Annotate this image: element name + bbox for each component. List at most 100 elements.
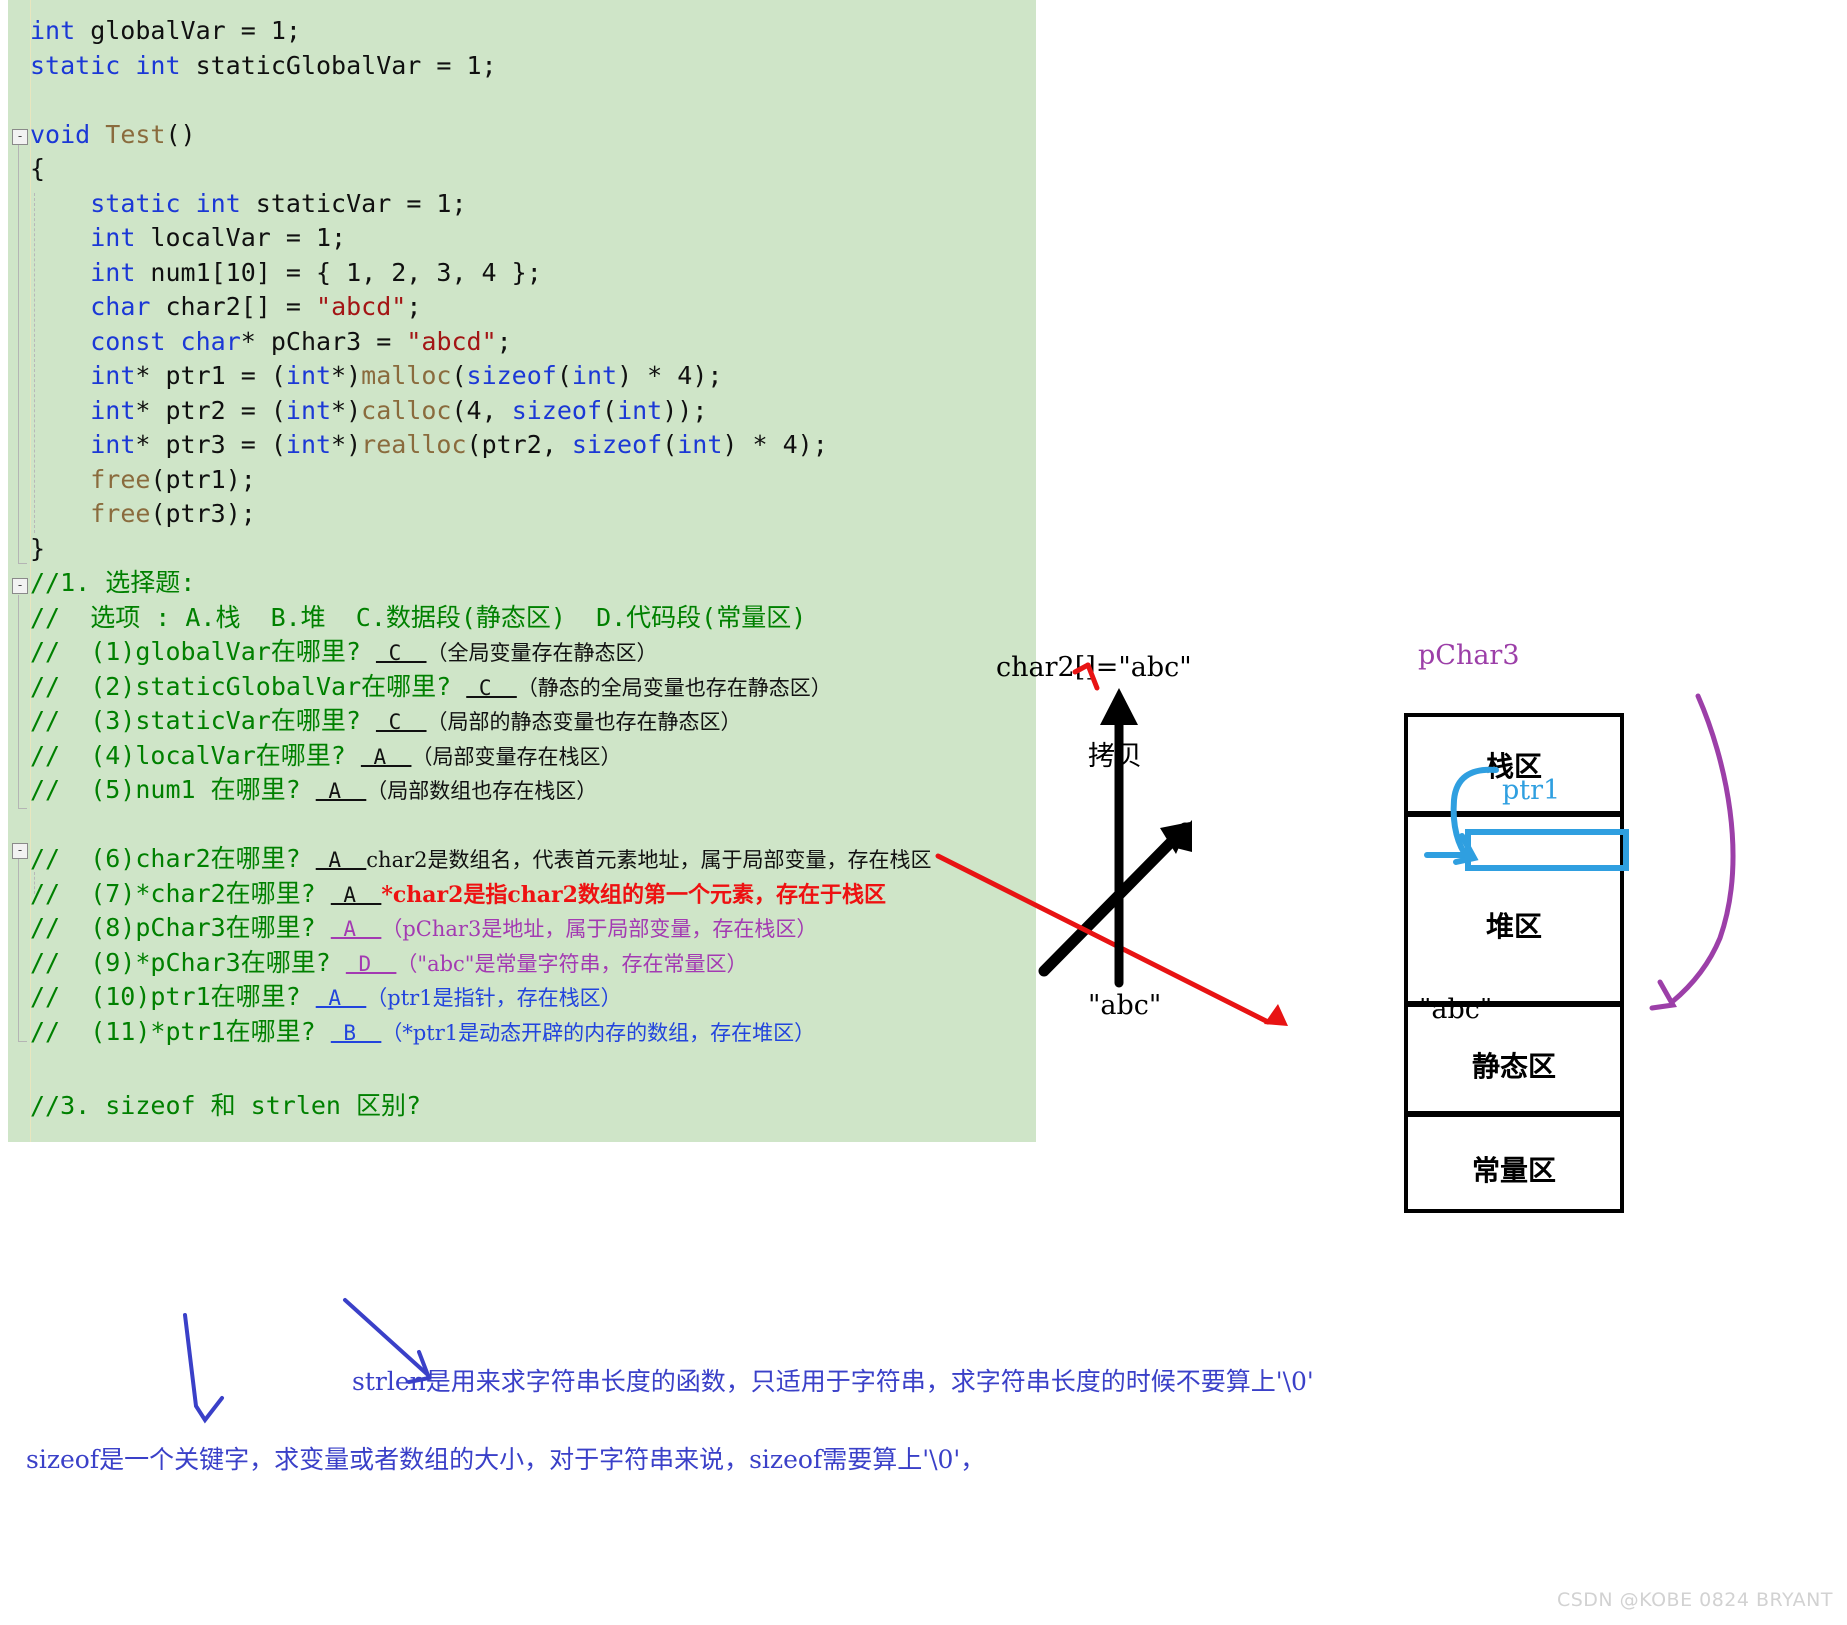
question-note-q3: （局部的静态变量也存在静态区） xyxy=(426,710,742,734)
code-line-l11: int* ptr1 = (int*)malloc(sizeof(int) * 4… xyxy=(30,359,1036,394)
question-line-q7: // (7)*char2在哪里? A *char2是指char2数组的第一个元素… xyxy=(30,877,1036,912)
question-prefix: // (10)ptr1在哪里? xyxy=(30,982,316,1011)
code-token: *) xyxy=(331,395,362,425)
fold-marker-comment-block-2[interactable]: - xyxy=(12,843,28,859)
code-token: staticGlobalVar = 1; xyxy=(180,50,497,80)
question-prefix: // (1)globalVar在哪里? xyxy=(30,637,376,666)
code-token: (ptr3); xyxy=(150,499,256,528)
code-token: free xyxy=(90,499,151,528)
pchar3-pointer-arrow xyxy=(1649,693,1736,1011)
pchar3-label: pChar3 xyxy=(1418,640,1520,671)
code-line-l9: char char2[] = "abcd"; xyxy=(30,290,1036,325)
editor-gutter xyxy=(8,0,31,1142)
footer-comment-text: //3. sizeof 和 strlen 区别? xyxy=(30,1091,422,1120)
code-token: () xyxy=(165,119,196,149)
code-token: int xyxy=(135,50,181,80)
fold-marker-test-function[interactable]: - xyxy=(12,129,28,145)
code-token: *) xyxy=(331,361,362,390)
fold-guide-end-test xyxy=(18,563,27,564)
question-prefix: // (9)*pChar3在哪里? xyxy=(30,947,346,977)
code-token: static xyxy=(30,50,121,80)
code-token: int xyxy=(677,430,723,459)
fold-marker-comment-block-1[interactable]: - xyxy=(12,578,28,594)
fold-guide-end-comment-1 xyxy=(18,808,27,809)
code-token: { xyxy=(30,154,46,183)
question-note-q1: （全局变量存在静态区） xyxy=(426,641,658,665)
code-line-l13: int* ptr3 = (int*)realloc(ptr2, sizeof(i… xyxy=(30,428,1036,463)
sizeof-explanation-note: sizeof是一个关键字，求变量或者数组的大小，对于字符串来说，sizeof需要… xyxy=(26,1445,986,1474)
question-note-q5: （局部数组也存在栈区） xyxy=(366,779,598,803)
char2-assignment-label: char2[]="abc" xyxy=(996,652,1192,683)
code-token: malloc xyxy=(361,361,452,390)
question-answer-q1: C xyxy=(375,641,427,665)
code-line-l12: int* ptr2 = (int*)calloc(4, sizeof(int))… xyxy=(30,394,1036,429)
code-token: * pChar3 = xyxy=(240,326,407,356)
source-code-lines[interactable]: int globalVar = 1; static int staticGloba… xyxy=(30,14,1036,1124)
code-token: int xyxy=(90,257,136,287)
code-token: char xyxy=(180,326,241,356)
question-line-q6: // (6)char2在哪里? A char2是数组名，代表首元素地址，属于局部… xyxy=(30,842,1036,877)
code-token: * ptr1 = ( xyxy=(135,361,286,390)
memory-region-heap-label: 堆区 xyxy=(1485,910,1542,943)
question-answer-q8: A xyxy=(330,917,382,941)
question-prefix: // (8)pChar3在哪里? xyxy=(30,913,331,942)
code-token: ) * 4); xyxy=(722,430,828,459)
code-token: Test xyxy=(105,119,166,149)
code-line-l6: static int staticVar = 1; xyxy=(30,187,1036,222)
fold-guide-comment-1 xyxy=(18,595,19,808)
memory-region-heap: 堆区 xyxy=(1404,813,1624,1005)
code-token: ; xyxy=(406,292,422,321)
code-line-l4: void Test() xyxy=(30,118,1036,153)
code-token: int xyxy=(30,16,76,45)
question-line-q2: // (2)staticGlobalVar在哪里? C （静态的全局变量也存在静… xyxy=(30,670,1036,705)
question-note-q9: （"abc"是常量字符串，存在常量区） xyxy=(396,951,748,976)
code-token: int xyxy=(90,395,136,425)
code-token: //1. 选择题: xyxy=(30,568,196,597)
code-token: } xyxy=(30,533,46,563)
question-answer-q6: A xyxy=(315,848,367,872)
question-note-q6: char2是数组名，代表首元素地址，属于局部变量，存在栈区 xyxy=(366,848,932,872)
code-token: * ptr2 = ( xyxy=(135,395,286,425)
question-answer-q2: C xyxy=(466,675,517,700)
code-line-l1: int globalVar = 1; xyxy=(30,14,1036,49)
code-editor-panel: - - - int globalVar = 1; static int stati… xyxy=(8,0,1036,1142)
fold-guide-test-function xyxy=(18,145,19,563)
code-line-l5: { xyxy=(30,152,1036,187)
sizeof-pen-arrow xyxy=(183,1313,224,1424)
code-token: (ptr1); xyxy=(150,464,256,494)
strlen-explanation-note: strlen是用来求字符串长度的函数，只适用于字符串，求字符串长度的时候不要算上… xyxy=(352,1367,1314,1396)
code-line-l15: free(ptr3); xyxy=(30,497,1036,532)
fold-guide-comment-2 xyxy=(18,859,19,1041)
question-note-q10: （ptr1是指针，存在栈区） xyxy=(366,986,622,1010)
question-answer-q11: B xyxy=(330,1020,382,1045)
code-token: char xyxy=(90,292,151,321)
ptr1-label: ptr1 xyxy=(1502,775,1561,806)
memory-region-static-label: 静态区 xyxy=(1471,1050,1556,1083)
question-answer-q7: A xyxy=(330,882,382,907)
code-line-l14: free(ptr1); xyxy=(30,463,1036,498)
question-note-q4: （局部变量存在栈区） xyxy=(411,744,622,769)
code-token: *) xyxy=(331,430,362,459)
question-line-q3: // (3)staticVar在哪里? C （局部的静态变量也存在静态区） xyxy=(30,704,1036,739)
question-line-q11: // (11)*ptr1在哪里? B （*ptr1是动态开辟的内存的数组，存在堆… xyxy=(30,1015,1036,1050)
code-token: num1[10] = { 1, 2, 3, 4 }; xyxy=(135,257,542,287)
question-line-q5: // (5)num1 在哪里? A （局部数组也存在栈区） xyxy=(30,773,1036,808)
question-answer-q4: A xyxy=(360,744,412,769)
code-token: realloc xyxy=(361,430,467,459)
code-token: int xyxy=(285,430,332,459)
code-token: ( xyxy=(602,395,618,425)
question-prefix: // (5)num1 在哪里? xyxy=(30,775,316,804)
code-token: int xyxy=(285,395,332,425)
code-token: (ptr2, xyxy=(466,430,572,459)
question-prefix: // (6)char2在哪里? xyxy=(30,844,316,873)
comment-line-c1: //1. 选择题: xyxy=(30,566,1036,601)
code-token: int xyxy=(90,430,136,459)
code-token: sizeof xyxy=(466,361,557,390)
memory-region-const: 常量区 xyxy=(1404,1113,1624,1213)
